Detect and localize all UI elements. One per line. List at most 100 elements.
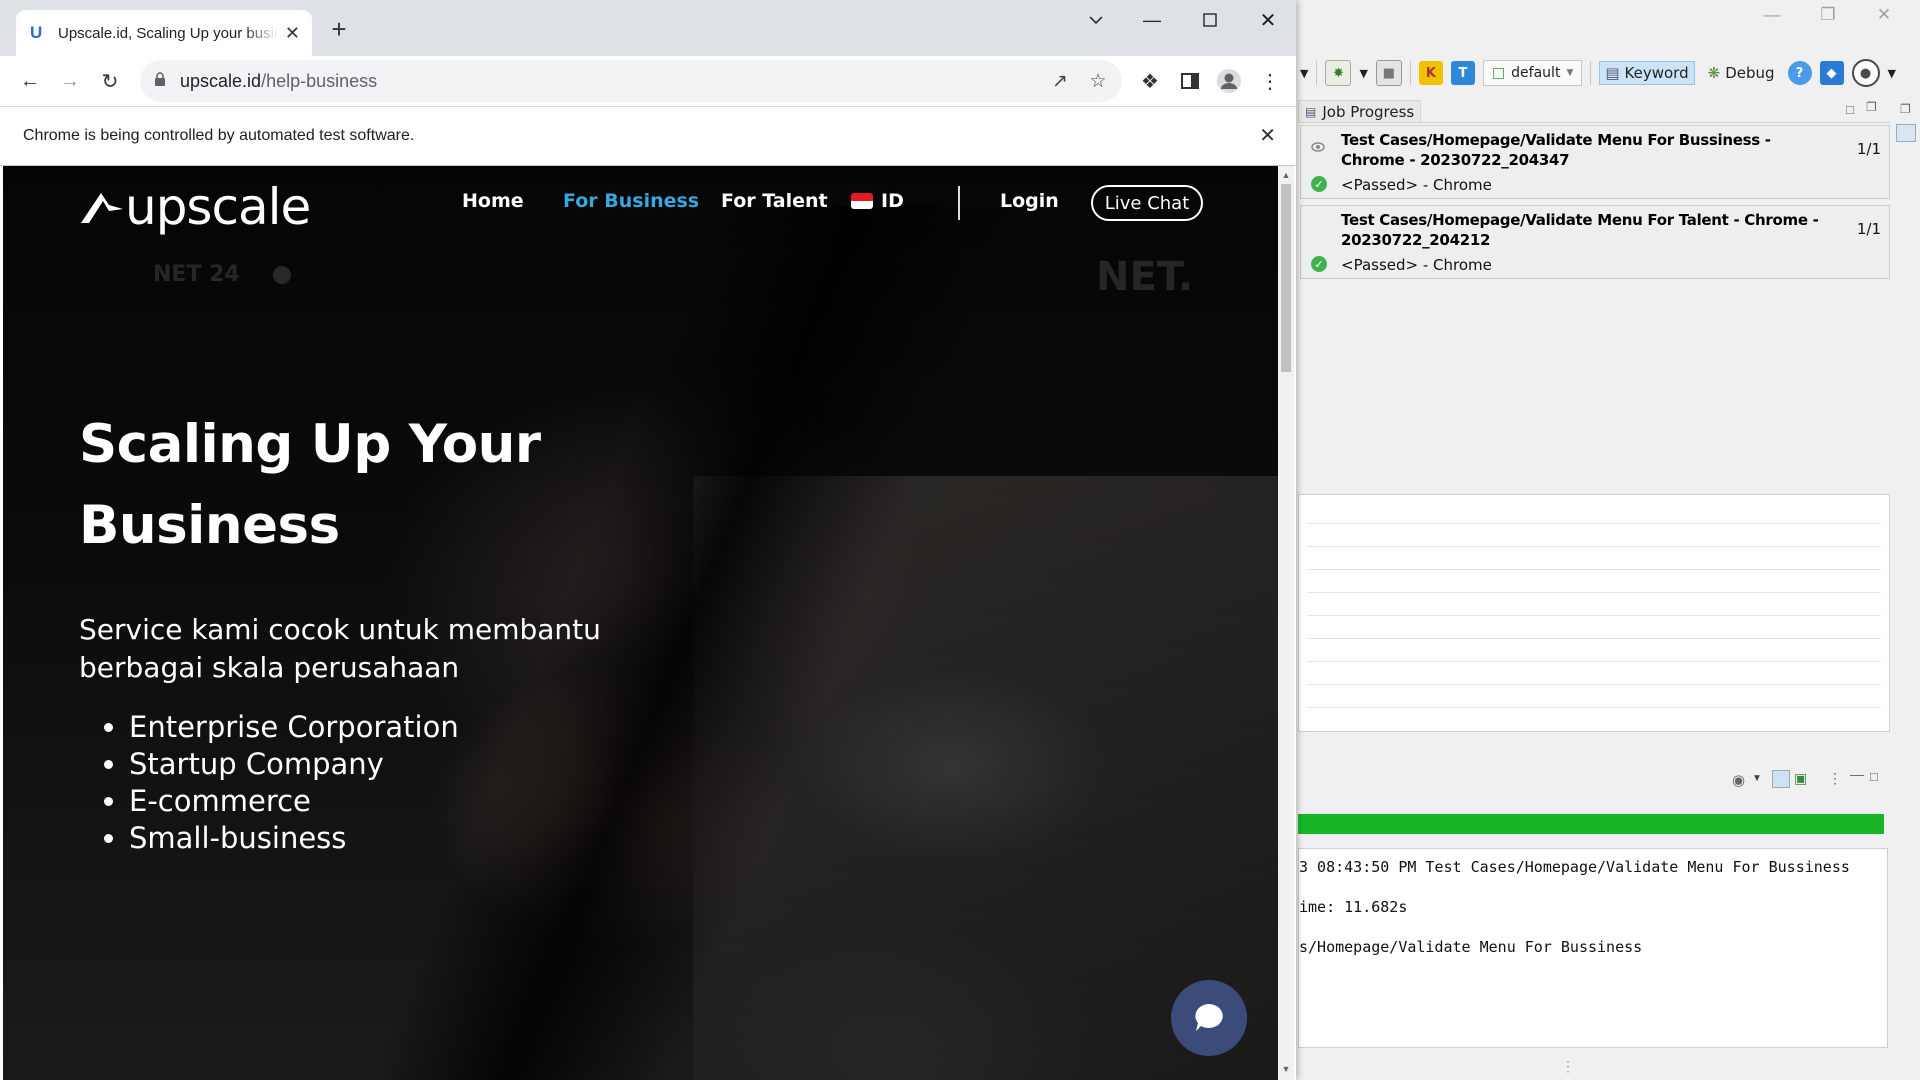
more-vertical-icon[interactable]: ⋮ <box>1257 68 1283 94</box>
infobar-close-icon[interactable]: ✕ <box>1259 123 1276 148</box>
side-panel-icon[interactable] <box>1896 124 1916 142</box>
bookmark-star-icon[interactable]: ☆ <box>1086 69 1110 93</box>
job-item[interactable]: Test Cases/Homepage/Validate Menu For Ta… <box>1300 205 1890 279</box>
account-icon[interactable]: ● <box>1851 59 1880 87</box>
help-icon[interactable]: ? <box>1787 61 1812 85</box>
list-item: Startup Company <box>129 746 459 783</box>
window-minimize-button[interactable]: — <box>1132 8 1172 32</box>
ide-minimize-button[interactable]: — <box>1744 0 1800 30</box>
live-chat-button[interactable]: Live Chat <box>1091 185 1203 221</box>
katalon-studio-icon[interactable]: T <box>1450 61 1475 85</box>
side-panel-icon[interactable] <box>1177 68 1203 94</box>
ide-close-button[interactable]: ✕ <box>1856 0 1912 30</box>
notification-icon[interactable]: ◆ <box>1819 61 1844 85</box>
window-maximize-button[interactable] <box>1190 8 1230 32</box>
reload-icon[interactable]: ↻ <box>97 68 123 94</box>
job-progress-tab[interactable]: ▤ Job Progress <box>1298 100 1422 123</box>
profile-combo-value: default <box>1511 65 1561 81</box>
lock-icon[interactable]: ▣ <box>1794 770 1807 787</box>
upscale-favicon-icon: U <box>30 23 43 42</box>
language-switch[interactable]: ID <box>881 190 904 212</box>
report-grid-panel <box>1298 494 1890 732</box>
clear-jobs-icon[interactable]: □ <box>1846 102 1854 117</box>
ide-toolbar: ▼ ✸ ▼ ■ K T □ default ▼ ▤ Keyword ❋ Debu… <box>1300 56 1920 90</box>
watermark-dot <box>273 266 291 284</box>
debug-view-button[interactable]: ❋ Debug <box>1703 62 1780 84</box>
page-scrollbar[interactable]: ▲ ▼ <box>1278 166 1294 1080</box>
list-item: Small-business <box>129 820 459 857</box>
tab-close-icon[interactable]: ✕ <box>285 23 300 44</box>
automation-infobar: Chrome is being controlled by automated … <box>0 106 1296 166</box>
tab-search-icon[interactable] <box>1076 8 1116 32</box>
eye-icon[interactable] <box>1311 140 1325 154</box>
forward-arrow-icon[interactable]: → <box>57 68 83 94</box>
grid-line <box>1307 546 1881 547</box>
scroll-up-icon[interactable]: ▲ <box>1281 170 1291 180</box>
address-bar[interactable]: upscale.id/help-business ↗ ☆ <box>140 60 1122 102</box>
keyword-view-button[interactable]: ▤ Keyword <box>1599 61 1695 85</box>
restore-view-icon[interactable]: ❐ <box>1866 100 1877 114</box>
log-line: 3 08:43:50 PM Test Cases/Homepage/Valida… <box>1299 858 1850 876</box>
grid-line <box>1307 592 1881 593</box>
profile-combo[interactable]: □ default ▼ <box>1482 60 1583 86</box>
new-tab-button[interactable]: + <box>326 14 352 44</box>
nav-for-talent-link[interactable]: For Talent <box>721 190 828 212</box>
browser-tab-active[interactable]: U Upscale.id, Scaling Up your business ✕ <box>16 10 312 56</box>
extensions-puzzle-icon[interactable]: ❖ <box>1137 68 1163 94</box>
lock-icon[interactable] <box>154 72 166 86</box>
grid-line <box>1307 638 1881 639</box>
dropdown-arrow-icon[interactable]: ▼ <box>1300 67 1308 80</box>
stop-icon[interactable]: ■ <box>1375 60 1402 86</box>
hero-title: Scaling Up Your Business <box>79 414 541 556</box>
indonesia-flag-icon[interactable] <box>851 193 873 209</box>
dropdown-arrow-icon[interactable]: ▼ <box>1752 773 1762 784</box>
logo-text: upscale <box>125 178 311 236</box>
maximize-view-icon[interactable]: □ <box>1870 769 1878 784</box>
nav-for-business-link[interactable]: For Business <box>563 190 699 212</box>
ide-restore-button[interactable]: ❐ <box>1800 0 1856 30</box>
keyword-label: Keyword <box>1624 64 1689 82</box>
console-view-icon[interactable] <box>1772 770 1790 788</box>
dropdown-arrow-icon[interactable]: ▼ <box>1359 67 1367 80</box>
grid-line <box>1307 684 1881 685</box>
upscale-logo-icon <box>81 193 123 223</box>
share-icon[interactable]: ↗ <box>1048 69 1072 93</box>
nav-login-link[interactable]: Login <box>1000 190 1059 212</box>
toolbar-separator <box>1409 61 1411 85</box>
tab-title: Upscale.id, Scaling Up your business <box>58 24 278 42</box>
site-logo[interactable]: upscale <box>79 178 311 236</box>
check-circle-icon: ✓ <box>1311 176 1327 192</box>
infobar-message: Chrome is being controlled by automated … <box>23 127 415 144</box>
job-title: Test Cases/Homepage/Validate Menu For Bu… <box>1341 131 1771 169</box>
tab-strip: U Upscale.id, Scaling Up your business ✕… <box>0 0 1296 56</box>
katalon-testops-icon[interactable]: K <box>1418 61 1443 85</box>
job-progress-icon: ▤ <box>1305 105 1317 119</box>
side-panel-icon[interactable]: ❐ <box>1900 102 1911 116</box>
job-progress-list: Test Cases/Homepage/Validate Menu For Bu… <box>1298 122 1890 493</box>
more-vertical-icon[interactable]: ⋮ <box>1828 770 1842 787</box>
job-item[interactable]: Test Cases/Homepage/Validate Menu For Bu… <box>1300 125 1890 199</box>
record-spy-icon[interactable]: ✸ <box>1325 60 1352 86</box>
debug-label: Debug <box>1725 64 1775 82</box>
hero-segment-list: Enterprise Corporation Startup Company E… <box>79 709 459 857</box>
list-item: Enterprise Corporation <box>129 709 459 746</box>
toolbar-separator <box>1590 61 1592 85</box>
chat-widget-button[interactable] <box>1171 980 1247 1056</box>
grid-line <box>1307 661 1881 662</box>
back-arrow-icon[interactable]: ← <box>17 68 43 94</box>
url-path: /help-business <box>261 71 378 91</box>
window-close-button[interactable]: ✕ <box>1248 8 1288 32</box>
job-count: 1/1 <box>1856 220 1881 238</box>
bug-icon: ❋ <box>1707 64 1721 82</box>
browser-window: U Upscale.id, Scaling Up your business ✕… <box>0 0 1296 1080</box>
nav-divider <box>958 186 960 220</box>
resize-handle[interactable]: ⋮ <box>1561 1058 1575 1075</box>
scroll-thumb[interactable] <box>1281 184 1291 372</box>
dropdown-arrow-icon[interactable]: ▼ <box>1888 67 1896 80</box>
eye-icon[interactable]: ◉ <box>1732 771 1745 789</box>
nav-home-link[interactable]: Home <box>462 190 524 212</box>
toolbar-separator <box>1316 61 1318 85</box>
profile-avatar-icon[interactable] <box>1216 68 1242 94</box>
scroll-down-icon[interactable]: ▼ <box>1281 1064 1291 1074</box>
minimize-view-icon[interactable]: — <box>1850 766 1864 782</box>
